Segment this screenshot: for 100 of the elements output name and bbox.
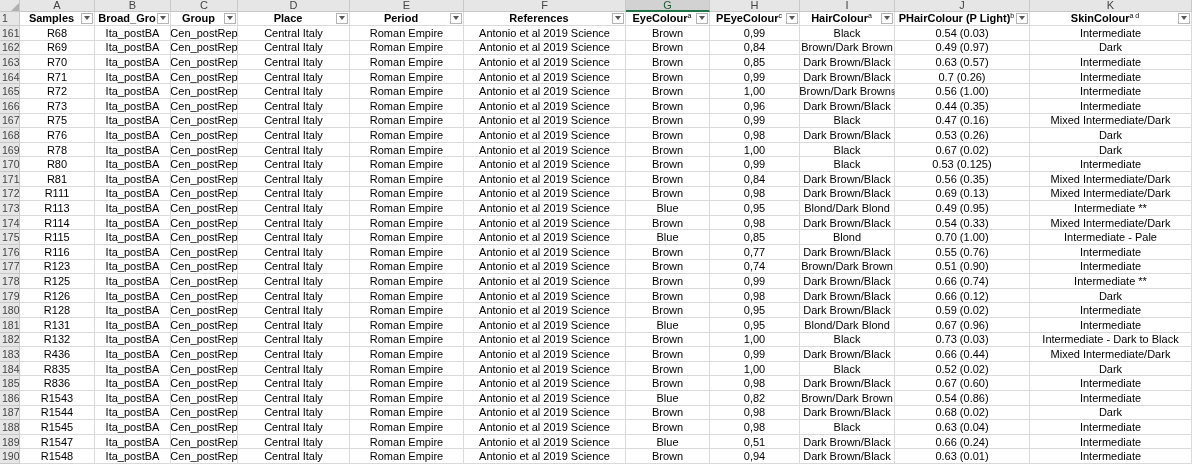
table-cell: Brown [626,55,710,70]
filter-button[interactable] [81,12,93,24]
table-cell: Cen_postRep [171,128,238,143]
table-cell: Intermediate [1030,259,1192,275]
table-cell: Roman Empire [350,215,464,231]
row-number[interactable]: 168 [0,128,20,143]
table-cell: 0,96 [710,99,800,114]
filter-button[interactable] [224,12,236,24]
column-letter[interactable]: A [20,0,95,12]
row-number[interactable]: 175 [0,230,20,245]
table-cell: 0,99 [710,69,800,85]
table-cell: Cen_postRep [171,420,238,435]
table-cell: Central Italy [238,69,350,85]
column-letter[interactable]: C [171,0,238,12]
table-cell: Brown [626,303,710,318]
table-cell: Roman Empire [350,434,464,450]
row-number[interactable]: 170 [0,157,20,173]
table-cell: Brown [626,288,710,304]
table-cell: 0,85 [710,230,800,245]
table-cell: Brown [626,113,710,129]
filter-button[interactable] [786,12,798,24]
column-letter[interactable]: K [1030,0,1192,12]
filter-button[interactable] [1016,12,1028,24]
filter-button[interactable] [336,12,348,24]
column-letter[interactable]: G [626,0,710,12]
table-cell: Roman Empire [350,84,464,100]
column-header: Place [272,12,304,25]
table-cell: R1543 [20,390,95,406]
column-letter[interactable]: B [95,0,171,12]
table-cell: Ita_postBA [95,347,171,362]
table-cell: 0,98 [710,128,800,143]
row-number[interactable]: 180 [0,303,20,318]
table-cell: Intermediate ** [1030,274,1192,289]
table-cell: Dark Brown/Black [800,288,895,304]
row-number[interactable]: 190 [0,449,20,464]
table-cell: Ita_postBA [95,449,171,464]
column-letter[interactable]: I [800,0,895,12]
table-cell: Brown/Dark Brown [800,390,895,406]
row-number[interactable]: 185 [0,376,20,391]
filter-button[interactable] [450,12,462,24]
table-cell: Brown [626,69,710,85]
row-number[interactable]: 166 [0,99,20,114]
table-cell: Blond/Dark Blond [800,201,895,216]
table-cell: Ita_postBA [95,157,171,173]
column-letter[interactable]: E [350,0,464,12]
caret-icon [453,16,459,21]
caret-icon [699,16,705,21]
table-cell: Dark [1030,361,1192,377]
table-cell: Dark Brown/Black [800,303,895,318]
table-cell: Cen_postRep [171,259,238,275]
table-cell: R76 [20,128,95,143]
table-cell: R115 [20,230,95,245]
table-cell: Cen_postRep [171,361,238,377]
table-cell: Dark Brown/Black [800,449,895,464]
table-cell: R111 [20,186,95,202]
table-cell: Cen_postRep [171,230,238,245]
table-cell: Antonio et al 2019 Science [464,201,626,216]
table-cell: R81 [20,172,95,187]
table-cell: 0.54 (0.86) [895,390,1030,406]
filter-button[interactable] [881,12,893,24]
table-cell: Central Italy [238,303,350,318]
row-number[interactable]: 161 [0,26,20,41]
row-number[interactable]: 188 [0,420,20,435]
filter-button[interactable] [1178,12,1190,24]
row-number[interactable]: 178 [0,274,20,289]
row-number[interactable]: 171 [0,172,20,187]
filter-button[interactable] [696,12,708,24]
table-cell: Central Italy [238,215,350,231]
row-number[interactable]: 176 [0,245,20,260]
table-cell: 0.59 (0.02) [895,303,1030,318]
table-cell: Roman Empire [350,274,464,289]
table-cell: Roman Empire [350,26,464,41]
table-cell: Roman Empire [350,332,464,348]
table-cell: Ita_postBA [95,274,171,289]
filter-button[interactable] [612,12,624,24]
table-cell: Antonio et al 2019 Science [464,99,626,114]
row-number[interactable]: 163 [0,55,20,70]
table-cell: Black [800,157,895,173]
table-cell: Brown [626,259,710,275]
filter-button[interactable] [157,12,169,24]
table-cell: 0.66 (0.12) [895,288,1030,304]
table-cell: R113 [20,201,95,216]
table-cell: Brown [626,274,710,289]
caret-icon [1181,16,1187,21]
column-letter[interactable]: H [710,0,800,12]
table-cell: Ita_postBA [95,259,171,275]
table-cell: Cen_postRep [171,26,238,41]
column-letter[interactable]: F [464,0,626,12]
table-cell: Cen_postRep [171,99,238,114]
row-number[interactable]: 183 [0,347,20,362]
table-cell: 0,51 [710,434,800,450]
caret-icon [1019,16,1025,21]
table-cell: 0.70 (1.00) [895,230,1030,245]
table-cell: Antonio et al 2019 Science [464,420,626,435]
column-letter[interactable]: J [895,0,1030,12]
column-letter[interactable]: D [238,0,350,12]
table-cell: 0,84 [710,172,800,187]
row-number[interactable]: 165 [0,84,20,100]
row-number[interactable]: 173 [0,201,20,216]
table-cell: R69 [20,40,95,56]
